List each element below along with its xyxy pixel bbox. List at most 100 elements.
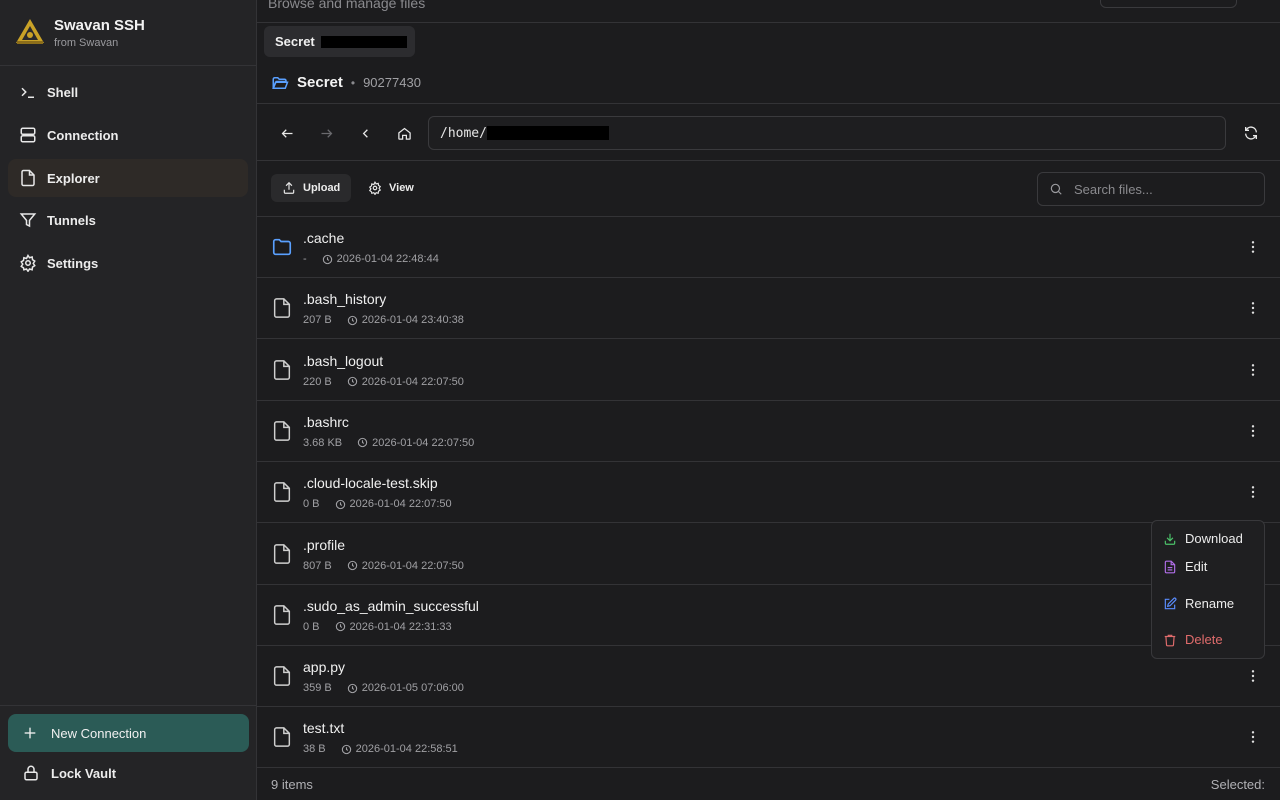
file-meta: 0 B 2026-01-04 22:31:33: [303, 621, 452, 633]
lock-vault-button[interactable]: Lock Vault: [22, 764, 116, 782]
file-size: -: [303, 253, 307, 265]
file-row[interactable]: test.txt 38 B 2026-01-04 22:58:51: [257, 707, 1280, 769]
download-icon: [1164, 533, 1176, 545]
menu-item-download[interactable]: Download: [1163, 531, 1243, 546]
search-box: [1037, 172, 1265, 206]
tab-secret[interactable]: Secret: [264, 26, 415, 57]
more-options-button[interactable]: [1243, 237, 1263, 257]
more-vertical-icon: [1251, 363, 1255, 376]
new-connection-button[interactable]: New Connection: [8, 714, 249, 752]
more-vertical-icon: [1251, 241, 1255, 253]
server-icon: [20, 127, 36, 143]
menu-item-rename[interactable]: Rename: [1163, 596, 1234, 611]
clock-icon: [347, 315, 357, 325]
search-input[interactable]: [1074, 181, 1254, 197]
more-options-button[interactable]: [1243, 421, 1263, 441]
clock-icon: [347, 560, 357, 571]
file-name: .cache: [303, 230, 345, 246]
file-row[interactable]: .profile 807 B 2026-01-04 22:07:50: [257, 524, 1280, 585]
menu-item-label: Edit: [1185, 559, 1208, 574]
home-button[interactable]: [391, 120, 417, 146]
sidebar-item-connection[interactable]: Connection: [8, 116, 248, 154]
more-options-button[interactable]: [1243, 360, 1263, 380]
file-icon: [273, 666, 291, 686]
file-name: .sudo_as_admin_successful: [303, 597, 479, 614]
redacted-text: [486, 126, 609, 140]
file-meta: 3.68 KB 2026-01-04 22:07:50: [303, 437, 474, 449]
parent-directory-button[interactable]: [352, 120, 378, 146]
sidebar-item-label: Settings: [47, 255, 99, 271]
sidebar-item-shell[interactable]: Shell: [8, 73, 248, 111]
file-meta: 359 B 2026-01-05 07:06:00: [303, 682, 464, 694]
separator-dot: •: [350, 75, 356, 90]
file-size: 220 B: [303, 375, 332, 388]
gear-icon: [368, 181, 382, 195]
pencil-square-icon: [1164, 597, 1177, 609]
file-icon: [21, 169, 35, 187]
file-icon: [273, 298, 291, 319]
more-options-button[interactable]: [1243, 482, 1263, 502]
gear-icon: [20, 254, 36, 272]
more-options-button[interactable]: [1243, 727, 1263, 747]
file-row[interactable]: .bashrc 3.68 KB 2026-01-04 22:07:50: [257, 401, 1280, 462]
more-vertical-icon: [1251, 731, 1255, 744]
file-row[interactable]: .bash_history 207 B 2026-01-04 23:40:38: [257, 278, 1280, 340]
app-title: Swavan SSH: [54, 17, 145, 34]
home-icon: [397, 127, 411, 140]
file-row[interactable]: .cloud-locale-test.skip 0 B 2026-01-04 22:…: [257, 462, 1280, 524]
clock-icon: [335, 499, 345, 509]
folder-icon: [272, 238, 292, 256]
search-icon: [1050, 183, 1062, 195]
folder-open-icon: [272, 76, 289, 89]
file-meta: 38 B 2026-01-04 22:58:51: [303, 743, 458, 755]
sidebar-footer: New Connection Lock Vault: [0, 705, 256, 800]
sidebar-item-settings[interactable]: Settings: [8, 244, 248, 282]
upload-button[interactable]: Upload: [271, 174, 352, 202]
file-icon: [273, 727, 291, 748]
clock-icon: [322, 254, 332, 264]
file-row[interactable]: .bash_logout 220 B 2026-01-04 22:07:50: [257, 340, 1280, 401]
back-button[interactable]: [274, 120, 300, 146]
session-header: Secret • 90277430: [257, 62, 1280, 104]
context-menu: Download Edit Rename Delete: [1151, 520, 1265, 659]
file-modified: 2026-01-04 23:40:38: [361, 314, 464, 327]
page-header: Browse and manage files: [257, 0, 1280, 23]
terminal-icon: [21, 87, 34, 98]
file-meta: 807 B 2026-01-04 22:07:50: [303, 560, 464, 572]
redacted-text: [320, 35, 407, 48]
session-tabs: Secret: [257, 23, 1280, 61]
file-icon: [273, 359, 291, 380]
file-text-icon: [1164, 560, 1176, 573]
file-size: 207 B: [303, 314, 332, 327]
menu-item-edit[interactable]: Edit: [1163, 559, 1207, 574]
clock-icon: [335, 622, 345, 632]
menu-item-label: Delete: [1185, 632, 1223, 647]
refresh-button[interactable]: [1238, 120, 1264, 146]
file-size: 3.68 KB: [303, 436, 343, 449]
sidebar-item-explorer[interactable]: Explorer: [8, 159, 248, 197]
file-row[interactable]: .cache - 2026-01-04 22:48:44: [257, 217, 1280, 278]
file-row[interactable]: .sudo_as_admin_successful 0 B 2026-01-04 2…: [257, 585, 1280, 646]
clock-icon: [341, 744, 351, 755]
file-name: .profile: [303, 536, 346, 553]
file-size: 359 B: [303, 682, 332, 695]
refresh-icon: [1245, 126, 1257, 140]
lock-vault-label: Lock Vault: [51, 765, 117, 781]
file-icon: [273, 482, 291, 503]
view-button[interactable]: View: [357, 174, 425, 202]
menu-item-delete[interactable]: Delete: [1163, 632, 1223, 647]
forward-button[interactable]: [313, 120, 339, 146]
header-action-button[interactable]: [1100, 0, 1237, 8]
more-options-button[interactable]: [1243, 666, 1263, 686]
more-options-button[interactable]: [1243, 298, 1263, 318]
file-meta: 220 B 2026-01-04 22:07:50: [303, 376, 464, 388]
file-meta: 207 B 2026-01-04 23:40:38: [303, 314, 464, 326]
sidebar-item-label: Connection: [47, 127, 119, 143]
sidebar-item-tunnels[interactable]: Tunnels: [8, 201, 248, 239]
file-icon: [273, 543, 291, 564]
file-row[interactable]: app.py 359 B 2026-01-05 07:06:00: [257, 646, 1280, 708]
filter-icon: [19, 213, 37, 228]
path-input[interactable]: /home/: [428, 116, 1226, 150]
menu-item-label: Download: [1185, 531, 1243, 546]
file-modified: 2026-01-04 22:07:50: [349, 498, 452, 511]
